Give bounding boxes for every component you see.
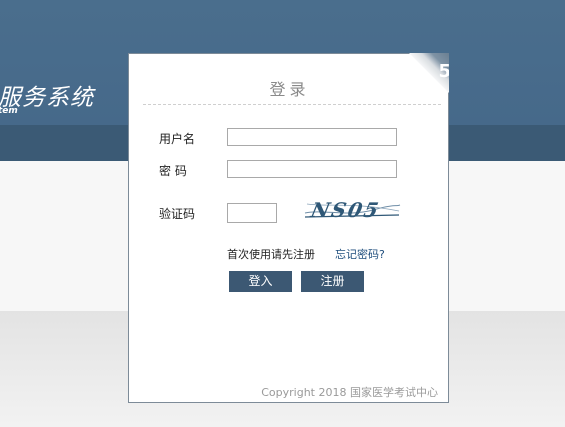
login-button[interactable]: 登入 xyxy=(229,271,292,292)
login-panel: 5 登录 用户名 密 码 验证码 NS05 首次使用请先注册 忘记密码? 登入 … xyxy=(128,53,449,403)
login-title: 登录 xyxy=(269,80,310,99)
title-divider xyxy=(143,104,441,105)
captcha-image[interactable]: NS05 xyxy=(303,193,401,225)
password-input[interactable] xyxy=(227,160,397,178)
register-hint: 首次使用请先注册 xyxy=(227,248,315,261)
page: 服务系统 tem 5 登录 用户名 密 码 验证码 NS05 首次使用请先注册 … xyxy=(0,0,565,427)
copyright-text: Copyright 2018 国家医学考试中心 xyxy=(261,386,438,399)
captcha-input[interactable] xyxy=(227,203,277,223)
site-subtitle: tem xyxy=(0,106,18,116)
captcha-text: NS05 xyxy=(308,198,383,222)
username-input[interactable] xyxy=(227,128,397,146)
forgot-password-link[interactable]: 忘记密码? xyxy=(335,246,385,262)
captcha-label: 验证码 xyxy=(159,207,196,221)
password-label: 密 码 xyxy=(159,164,187,178)
register-button[interactable]: 注册 xyxy=(301,271,364,292)
username-label: 用户名 xyxy=(159,132,196,146)
